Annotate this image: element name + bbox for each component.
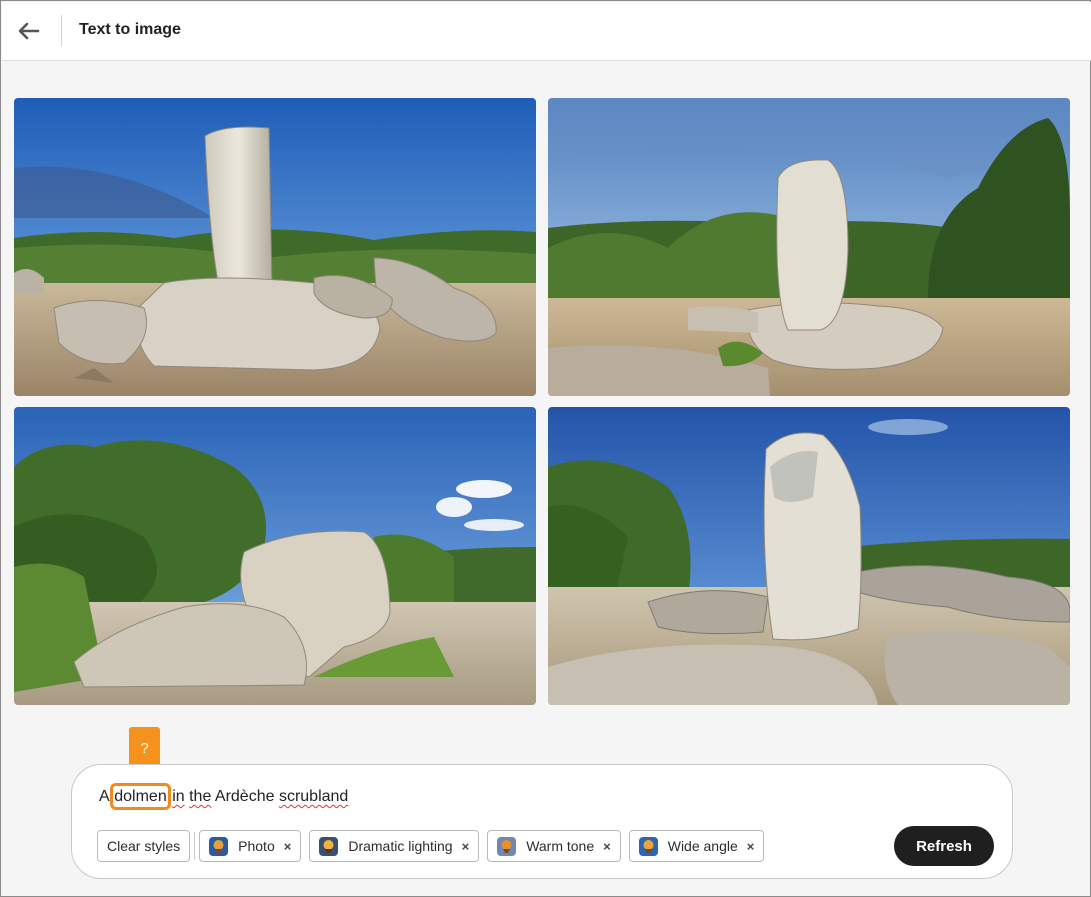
close-icon[interactable]: ×: [747, 839, 755, 854]
close-icon[interactable]: ×: [284, 839, 292, 854]
close-icon[interactable]: ×: [462, 839, 470, 854]
style-chip-label: Warm tone: [526, 838, 595, 854]
style-chip-label: Wide angle: [667, 838, 738, 854]
prompt-word: in: [172, 788, 185, 805]
style-chip-dramatic-lighting[interactable]: Dramatic lighting ×: [309, 830, 480, 862]
arrow-left-icon: [18, 22, 40, 40]
help-hint-badge[interactable]: ?: [129, 727, 160, 769]
style-chip-warm-tone[interactable]: Warm tone ×: [487, 830, 621, 862]
generated-image-1[interactable]: [14, 98, 536, 396]
generated-image-3[interactable]: [14, 407, 536, 705]
balloon-thumbnail-icon: [319, 836, 339, 856]
top-bar: Text to image: [2, 2, 1091, 61]
prompt-input[interactable]: A dolmen in the Ardèche scrubland: [99, 783, 349, 810]
prompt-word: scrubland: [278, 788, 349, 805]
balloon-thumbnail-icon: [497, 836, 517, 856]
style-chips: Clear styles Photo × Dramatic lighting ×: [97, 830, 772, 862]
back-button[interactable]: [16, 18, 42, 44]
style-chip-wide-angle[interactable]: Wide angle ×: [628, 830, 765, 862]
page-title: Text to image: [79, 21, 181, 38]
close-icon[interactable]: ×: [603, 839, 611, 854]
balloon-thumbnail-icon: [209, 836, 229, 856]
prompt-word: Ardèche: [214, 788, 275, 805]
app-window: Text to image ? A dolmen in the Ardèche …: [0, 0, 1091, 897]
generated-image-4[interactable]: [548, 407, 1070, 705]
refresh-button[interactable]: Refresh: [894, 826, 994, 866]
style-chip-label: Photo: [238, 838, 275, 854]
prompt-word: A: [99, 788, 109, 805]
header-divider: [61, 15, 62, 46]
balloon-thumbnail-icon: [638, 836, 658, 856]
generated-image-2[interactable]: [548, 98, 1070, 396]
prompt-word: the: [189, 788, 212, 805]
highlighted-prompt-word[interactable]: dolmen: [110, 783, 171, 810]
style-chip-label: Dramatic lighting: [348, 838, 453, 854]
clear-styles-label: Clear styles: [107, 838, 181, 854]
clear-styles-button[interactable]: Clear styles: [97, 830, 191, 862]
prompt-panel: A dolmen in the Ardèche scrubland Clear …: [71, 764, 1013, 879]
chips-divider: [194, 832, 196, 860]
style-chip-photo[interactable]: Photo ×: [199, 830, 302, 862]
